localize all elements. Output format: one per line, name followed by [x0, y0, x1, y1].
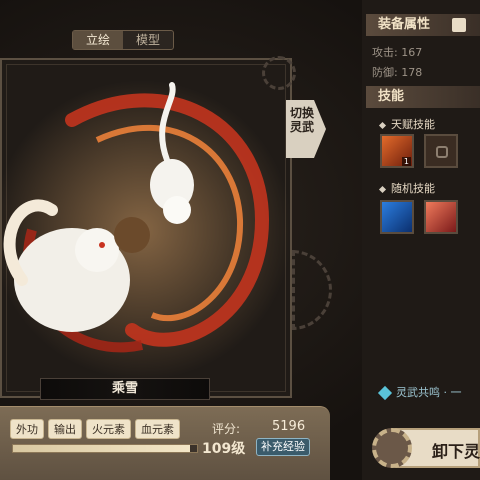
diamond-icon: [378, 185, 387, 193]
talent-skill-title: 天赋技能: [378, 116, 435, 132]
level-text: 109级: [202, 441, 246, 457]
lock-icon: [436, 146, 448, 158]
locked-skill-icon[interactable]: [424, 134, 458, 168]
view-toggle: 立绘 模型: [72, 30, 174, 50]
skills-title: 技能: [378, 89, 405, 104]
talent-skill-icon[interactable]: 1: [380, 134, 414, 168]
character-portrait-frame: [0, 58, 292, 398]
switch-weapon-label: 切换 灵武: [290, 106, 315, 134]
score-value: 5196: [272, 419, 306, 434]
gear-ornament-top: [262, 56, 296, 90]
random-skill-title: 随机技能: [378, 180, 435, 196]
tab-model[interactable]: 模型: [123, 31, 173, 49]
stat-value: 167: [401, 46, 423, 59]
character-artwork: [2, 80, 290, 380]
attributes-header: 装备属性: [366, 14, 480, 36]
unload-weapon-label: 卸下灵: [432, 442, 480, 461]
tag-item: 输出: [48, 419, 82, 439]
stat-label: 攻击:: [372, 46, 398, 59]
fox-eye: [99, 242, 105, 248]
resonance-icon: [377, 385, 393, 401]
tag-item: 火元素: [86, 419, 131, 439]
tag-list: 外功 输出 火元素 血元素: [10, 419, 180, 439]
weapon-resonance[interactable]: 灵武共鸣 · 一: [377, 384, 462, 401]
attack-stat: 攻击: 167: [372, 44, 422, 60]
level-progress-bar: [12, 444, 198, 453]
tag-item: 外功: [10, 419, 44, 439]
white-fox-head: [75, 228, 119, 272]
diamond-icon: [378, 121, 387, 129]
skill-level-badge: 1: [401, 157, 411, 166]
gear-icon: [372, 428, 412, 468]
defense-stat: 防御: 178: [372, 64, 422, 80]
random-skill-icon-slash[interactable]: [424, 200, 458, 234]
random-skill-label: 随机技能: [391, 182, 435, 195]
skills-header: 技能: [366, 86, 480, 108]
tag-item: 血元素: [135, 419, 180, 439]
stat-label: 防御:: [372, 66, 398, 79]
random-skill-icon-water[interactable]: [380, 200, 414, 234]
cat-spirit-head: [163, 196, 191, 224]
info-icon[interactable]: [452, 18, 466, 32]
add-exp-button[interactable]: 补充经验: [256, 438, 310, 456]
character-name: 乘雪: [40, 378, 210, 400]
talent-skill-label: 天赋技能: [391, 118, 435, 131]
gourd: [114, 217, 150, 253]
stat-value: 178: [401, 66, 423, 79]
score-label: 评分:: [212, 422, 241, 436]
tab-portrait[interactable]: 立绘: [73, 31, 123, 49]
attributes-title: 装备属性: [378, 17, 431, 32]
level-progress-fill: [13, 445, 190, 452]
resonance-text: 灵武共鸣 · 一: [396, 386, 462, 399]
